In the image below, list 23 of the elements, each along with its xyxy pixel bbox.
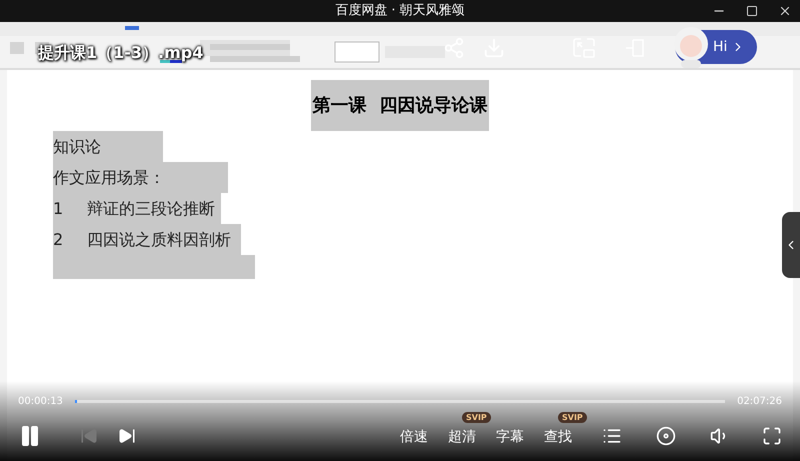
elapsed-time: 00:00:13 [18,394,63,408]
document-line: 知识论 [53,136,101,158]
video-file-name: 提升课1（1-3）.mp4 [38,42,204,65]
next-icon[interactable] [118,427,136,445]
total-duration: 02:07:26 [737,394,782,408]
fullscreen-icon[interactable] [762,426,782,446]
player-option-button[interactable]: 超清 [448,427,476,448]
document-line: 辩证的三段论推断 [87,198,215,220]
vip-badge: SVIP [558,412,587,423]
list-number: 2 [53,228,64,250]
player-option-button[interactable]: 字幕 [496,427,524,448]
side-panel-toggle[interactable] [782,212,800,278]
settings-icon[interactable] [656,426,676,446]
player-option-button[interactable]: 倍速 [400,427,428,448]
vip-badge: SVIP [462,412,491,423]
document-line: 四因说之质料因剖析 [87,228,231,250]
list-number: 1 [53,198,64,220]
document-title: 第一课 四因说导论课 [310,80,490,131]
window-title: 百度网盘 · 朝天风雅颂 [335,2,465,20]
close-icon[interactable] [778,4,792,18]
maximize-icon[interactable] [746,5,758,17]
document-line: 作文应用场景： [53,166,165,188]
player-option-button[interactable]: 查找 [544,427,572,448]
